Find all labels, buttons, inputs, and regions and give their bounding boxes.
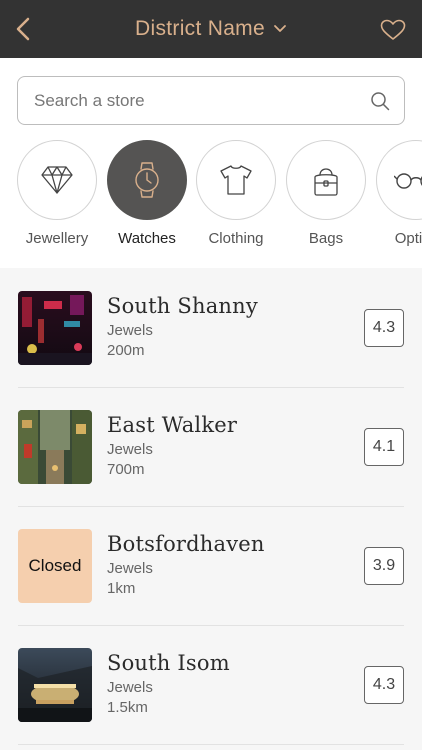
back-chevron-icon[interactable] [14, 17, 34, 41]
category-circle [196, 140, 276, 220]
category-optics[interactable]: Optics [376, 140, 422, 247]
rating-badge: 4.3 [364, 666, 404, 704]
category-label: Optics [394, 230, 422, 247]
category-label: Bags [308, 230, 344, 247]
category-label: Watches [118, 230, 176, 247]
rating-badge: 4.1 [364, 428, 404, 466]
bag-icon [314, 168, 338, 196]
closed-thumbnail: Closed [18, 529, 92, 603]
search-bar [17, 76, 405, 125]
store-category: Jewels [107, 560, 153, 577]
store-thumbnail [18, 291, 92, 365]
store-category: Jewels [107, 679, 153, 696]
filter-panel: Jewellery Watches [0, 58, 422, 268]
shirt-icon [220, 165, 252, 195]
store-category: Jewels [107, 441, 153, 458]
store-row[interactable]: South Shanny Jewels 200m 4.3 [0, 270, 422, 388]
store-distance: 1km [107, 580, 136, 597]
store-name: South Shanny [107, 294, 258, 318]
store-distance: 1.5km [107, 699, 148, 716]
category-label: Clothing [208, 230, 264, 247]
category-label: Jewellery [25, 230, 89, 247]
category-carousel[interactable]: Jewellery Watches Clothing Bags Opti [0, 140, 422, 250]
rating-badge: 3.9 [364, 547, 404, 585]
row-divider [18, 625, 404, 626]
store-row[interactable]: East Walker Jewels 700m 4.1 [0, 389, 422, 507]
app-header: District Name [0, 0, 422, 58]
store-name: Botsfordhaven [107, 532, 265, 556]
store-category: Jewels [107, 322, 153, 339]
store-distance: 700m [107, 461, 145, 478]
row-divider [18, 506, 404, 507]
district-selector[interactable]: District Name [135, 17, 287, 41]
category-circle [17, 140, 97, 220]
glasses-icon [394, 173, 422, 189]
diamond-icon [41, 166, 73, 194]
closed-label: Closed [28, 556, 82, 575]
store-row[interactable]: Closed Botsfordhaven Jewels 1km 3.9 [0, 508, 422, 626]
category-circle [376, 140, 422, 220]
watch-icon [135, 162, 159, 198]
category-bags[interactable]: Bags [286, 140, 366, 247]
chevron-down-icon [274, 25, 286, 32]
row-divider [18, 744, 404, 745]
row-divider [18, 387, 404, 388]
category-clothing[interactable]: Clothing [196, 140, 276, 247]
category-circle [286, 140, 366, 220]
store-name: South Isom [107, 651, 230, 675]
search-icon[interactable] [370, 91, 390, 111]
category-circle [107, 140, 187, 220]
store-thumbnail [18, 648, 92, 722]
rating-badge: 4.3 [364, 309, 404, 347]
store-row[interactable]: South Isom Jewels 1.5km 4.3 [0, 627, 422, 745]
store-distance: 200m [107, 342, 145, 359]
store-thumbnail [18, 410, 92, 484]
category-jewellery[interactable]: Jewellery [17, 140, 97, 247]
district-title: District Name [135, 17, 265, 40]
heart-icon[interactable] [380, 19, 406, 41]
store-name: East Walker [107, 413, 238, 437]
search-input[interactable] [34, 90, 370, 111]
category-watches[interactable]: Watches [107, 140, 187, 247]
